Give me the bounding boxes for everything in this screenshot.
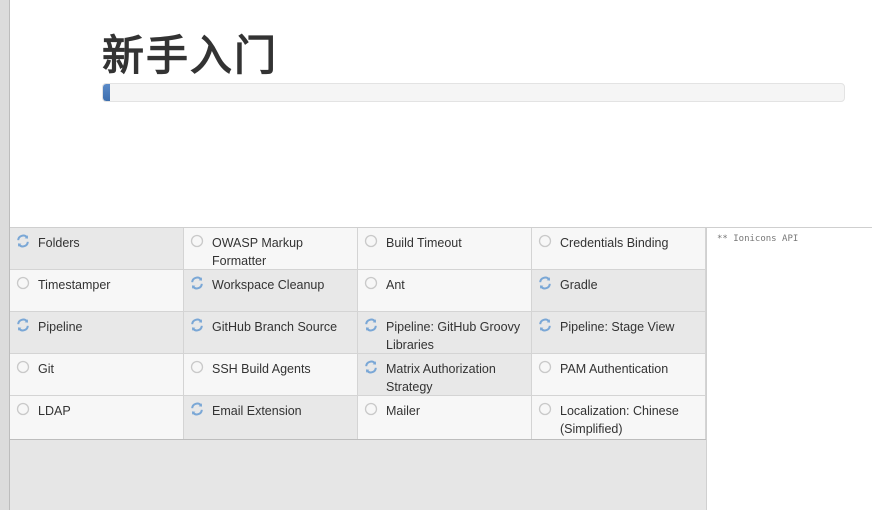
plugin-item: Localization: Chinese (Simplified) — [532, 396, 706, 440]
plugin-label: Mailer — [386, 404, 421, 418]
plugin-label: Email Extension — [212, 404, 302, 418]
refresh-icon — [365, 318, 377, 332]
refresh-icon — [191, 402, 203, 416]
plugin-item: LDAP — [10, 396, 184, 440]
pending-circle-icon — [364, 402, 378, 416]
plugin-label: LDAP — [38, 404, 71, 418]
plugin-label: Timestamper — [38, 278, 111, 292]
plugin-item: OWASP Markup Formatter — [184, 228, 358, 270]
setup-wizard: 新手入门 Folders OWASP Markup Formatter Build … — [0, 0, 872, 510]
grid-divider — [10, 439, 706, 440]
plugin-label: Build Timeout — [386, 236, 462, 250]
pending-circle-icon — [364, 276, 378, 290]
refresh-icon — [539, 276, 551, 290]
pending-circle-icon — [538, 402, 552, 416]
refresh-icon — [191, 276, 203, 290]
plugin-label: OWASP Markup Formatter — [212, 236, 303, 268]
plugin-item: Workspace Cleanup — [184, 270, 358, 312]
plugin-label: Matrix Authorization Strategy — [386, 362, 496, 394]
plugin-item: GitHub Branch Source — [184, 312, 358, 354]
plugin-item: Mailer — [358, 396, 532, 440]
install-progress-bar — [102, 83, 845, 102]
refresh-icon — [17, 318, 29, 332]
plugin-label: Credentials Binding — [560, 236, 669, 250]
plugin-label: GitHub Branch Source — [212, 320, 338, 334]
refresh-icon — [191, 318, 203, 332]
refresh-icon — [17, 234, 29, 248]
plugin-label: Gradle — [560, 278, 598, 292]
plugin-item: Gradle — [532, 270, 706, 312]
plugin-item: SSH Build Agents — [184, 354, 358, 396]
install-log-text: ** Ionicons API — [717, 234, 799, 244]
plugin-label: Pipeline: GitHub Groovy Libraries — [386, 320, 521, 352]
plugin-item: Pipeline: GitHub Groovy Libraries — [358, 312, 532, 354]
plugin-item: Pipeline: Stage View — [532, 312, 706, 354]
pending-circle-icon — [16, 402, 30, 416]
header-panel: 新手入门 — [10, 0, 872, 228]
plugin-label: Pipeline: Stage View — [560, 320, 675, 334]
plugin-label: Ant — [386, 278, 405, 292]
refresh-icon — [539, 318, 551, 332]
page-title: 新手入门 — [102, 31, 279, 80]
pending-circle-icon — [16, 360, 30, 374]
plugin-item: Timestamper — [10, 270, 184, 312]
plugin-item: Pipeline — [10, 312, 184, 354]
pending-circle-icon — [364, 234, 378, 248]
install-log-panel: ** Ionicons API — [706, 228, 872, 510]
window-left-edge — [0, 0, 10, 510]
plugin-item: Build Timeout — [358, 228, 532, 270]
pending-circle-icon — [16, 276, 30, 290]
pending-circle-icon — [538, 360, 552, 374]
plugin-label: Folders — [38, 236, 80, 250]
plugin-label: PAM Authentication — [560, 362, 669, 376]
plugin-item: Email Extension — [184, 396, 358, 440]
plugin-label: SSH Build Agents — [212, 362, 311, 376]
plugin-grid: Folders OWASP Markup Formatter Build Timeo… — [10, 228, 706, 440]
plugin-label: Git — [38, 362, 54, 376]
plugin-item: Matrix Authorization Strategy — [358, 354, 532, 396]
plugin-item: Git — [10, 354, 184, 396]
plugin-item: PAM Authentication — [532, 354, 706, 396]
plugin-label: Localization: Chinese (Simplified) — [560, 404, 679, 436]
refresh-icon — [365, 360, 377, 374]
pending-circle-icon — [190, 234, 204, 248]
pending-circle-icon — [538, 234, 552, 248]
plugin-label: Pipeline — [38, 320, 83, 334]
pending-circle-icon — [190, 360, 204, 374]
plugin-item: Folders — [10, 228, 184, 270]
install-progress-fill — [103, 84, 111, 101]
plugin-label: Workspace Cleanup — [212, 278, 325, 292]
plugin-item: Credentials Binding — [532, 228, 706, 270]
plugin-item: Ant — [358, 270, 532, 312]
